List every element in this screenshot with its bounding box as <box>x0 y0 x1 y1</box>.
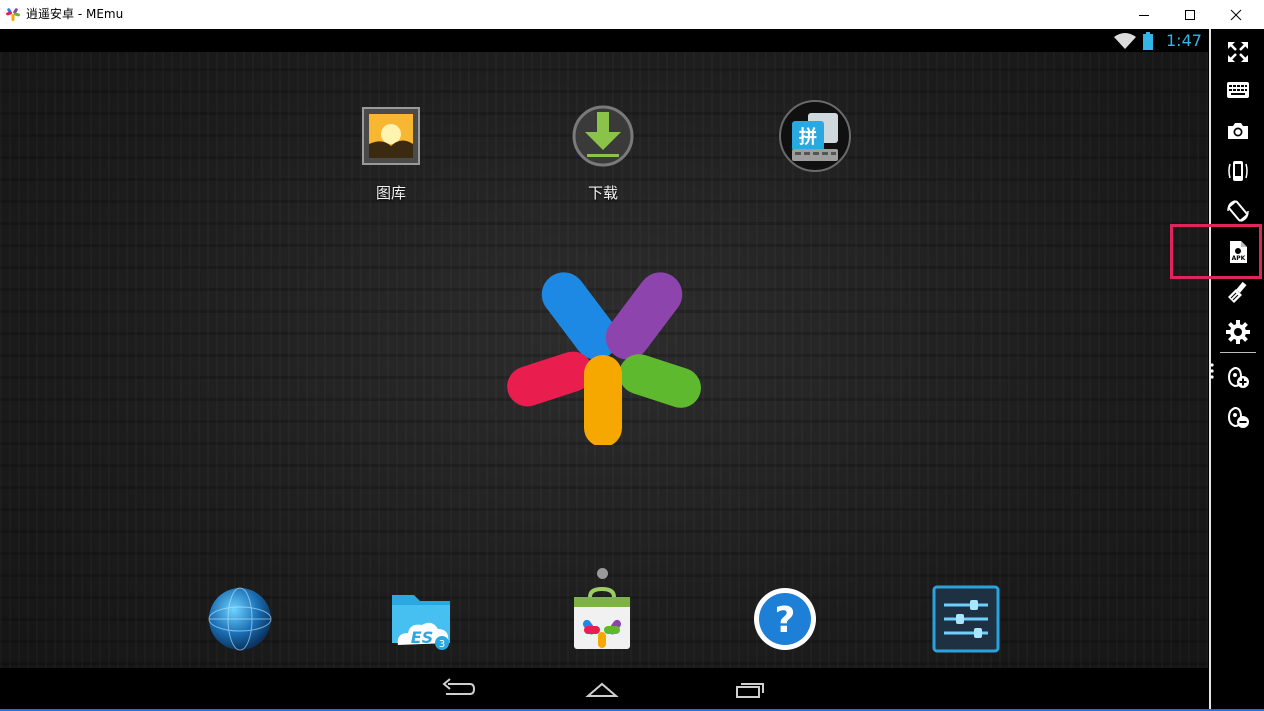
android-screen[interactable]: 1:47 图库 下载 拼 ES 3 ? <box>0 29 1208 709</box>
gallery-icon <box>362 107 420 165</box>
clean-brush-icon <box>1228 281 1247 303</box>
apk-install-icon: APK <box>1230 241 1247 263</box>
maximize-icon <box>1185 9 1195 20</box>
sidebar-collapse-handle[interactable] <box>1210 362 1214 380</box>
fullscreen-icon <box>1228 42 1248 62</box>
camera-icon <box>1228 123 1248 139</box>
status-bar: 1:47 <box>0 29 1208 52</box>
es-file-explorer-icon[interactable]: ES 3 <box>388 585 456 653</box>
keyboard-icon <box>1227 82 1249 98</box>
svg-text:3: 3 <box>439 639 445 650</box>
recent-apps-icon[interactable] <box>728 676 768 702</box>
svg-text:ES: ES <box>411 628 433 647</box>
status-clock: 1:47 <box>1166 31 1202 50</box>
svg-text:?: ? <box>775 600 796 641</box>
page-indicator-dot <box>597 568 608 579</box>
settings-button[interactable] <box>1226 320 1250 344</box>
gear-icon <box>1226 320 1250 344</box>
minimize-icon <box>1139 14 1149 16</box>
shake-button[interactable] <box>1226 159 1250 183</box>
battery-icon <box>1143 32 1153 50</box>
app-download[interactable]: 下载 <box>558 104 648 203</box>
minimize-button[interactable] <box>1121 0 1167 29</box>
back-icon[interactable] <box>438 676 478 702</box>
screenshot-button[interactable] <box>1226 119 1250 143</box>
settings-sliders-icon[interactable] <box>932 585 1000 653</box>
window-title: 逍遥安卓 - MEmu <box>26 7 124 21</box>
rotate-button[interactable] <box>1226 199 1250 223</box>
app-gallery[interactable]: 图库 <box>346 104 436 203</box>
fullscreen-button[interactable] <box>1226 40 1250 64</box>
volume-down-icon <box>1227 406 1249 428</box>
apk-install-button[interactable]: APK <box>1226 240 1250 264</box>
clean-button[interactable] <box>1226 281 1250 305</box>
pinyin-input-icon: 拼 <box>779 100 851 172</box>
window-title-bar: 逍遥安卓 - MEmu <box>0 0 1264 29</box>
app-download-label: 下载 <box>587 184 618 202</box>
download-icon <box>572 105 634 167</box>
shake-icon <box>1228 161 1248 181</box>
close-icon <box>1230 9 1242 20</box>
browser-globe-icon[interactable] <box>206 585 274 653</box>
memu-logo-icon <box>6 8 20 21</box>
memu-logo <box>507 272 701 445</box>
home-icon[interactable] <box>582 676 622 702</box>
close-button[interactable] <box>1213 0 1259 29</box>
rotate-icon <box>1227 200 1249 222</box>
volume-down-button[interactable] <box>1226 405 1250 429</box>
app-gallery-label: 图库 <box>375 184 406 202</box>
apk-badge-text: APK <box>1232 255 1246 262</box>
volume-up-icon <box>1227 366 1249 388</box>
svg-text:拼: 拼 <box>799 126 817 148</box>
navigation-bar <box>0 668 1208 709</box>
volume-up-button[interactable] <box>1226 365 1250 389</box>
maximize-button[interactable] <box>1167 0 1213 29</box>
sidebar-divider <box>1220 352 1256 353</box>
wifi-icon <box>1114 33 1136 49</box>
app-pinyin-input[interactable]: 拼 <box>770 99 860 177</box>
help-icon[interactable]: ? <box>751 585 819 653</box>
app-store-icon[interactable] <box>568 585 636 653</box>
keyboard-button[interactable] <box>1226 78 1250 102</box>
